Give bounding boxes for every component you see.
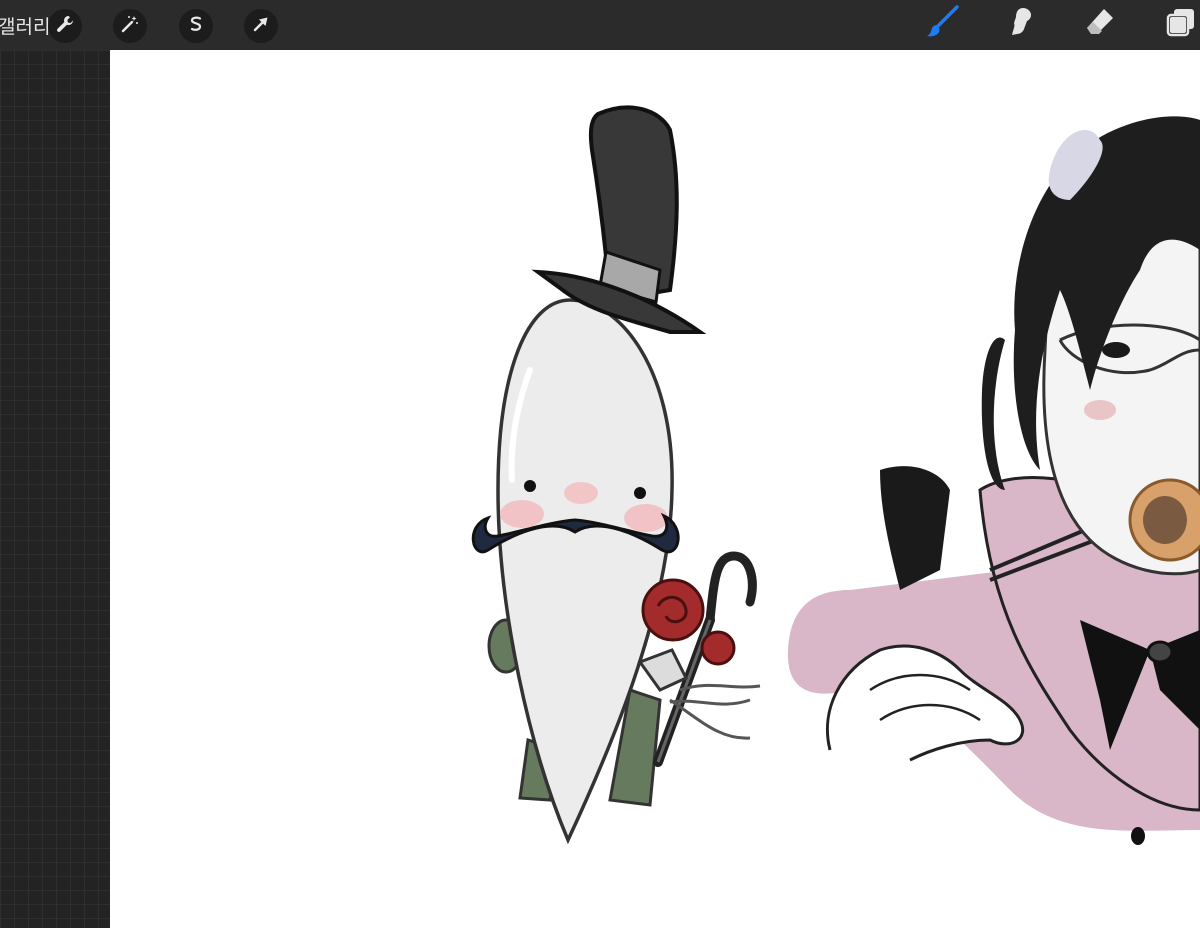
smudge-button[interactable] (1000, 4, 1040, 44)
drawing-canvas[interactable] (110, 50, 1200, 928)
artwork-illustration (471, 105, 1200, 845)
actions-button[interactable] (48, 9, 82, 43)
layers-button[interactable] (1160, 4, 1200, 44)
sidebar-panel[interactable] (0, 50, 110, 928)
wrench-icon (55, 14, 75, 38)
eraser-button[interactable] (1080, 4, 1120, 44)
brush-icon (924, 4, 960, 44)
magic-wand-icon (120, 14, 140, 38)
gallery-button[interactable]: 갤러리 (0, 12, 50, 39)
layers-icon (1163, 5, 1197, 43)
selection-icon (186, 14, 206, 38)
eraser-icon (1083, 5, 1117, 43)
adjustments-button[interactable] (113, 9, 147, 43)
selection-button[interactable] (179, 9, 213, 43)
transform-button[interactable] (244, 9, 278, 43)
brush-button[interactable] (922, 4, 962, 44)
transform-arrow-icon (251, 14, 271, 38)
smudge-icon (1003, 5, 1037, 43)
top-toolbar: 갤러리 (0, 0, 1200, 50)
